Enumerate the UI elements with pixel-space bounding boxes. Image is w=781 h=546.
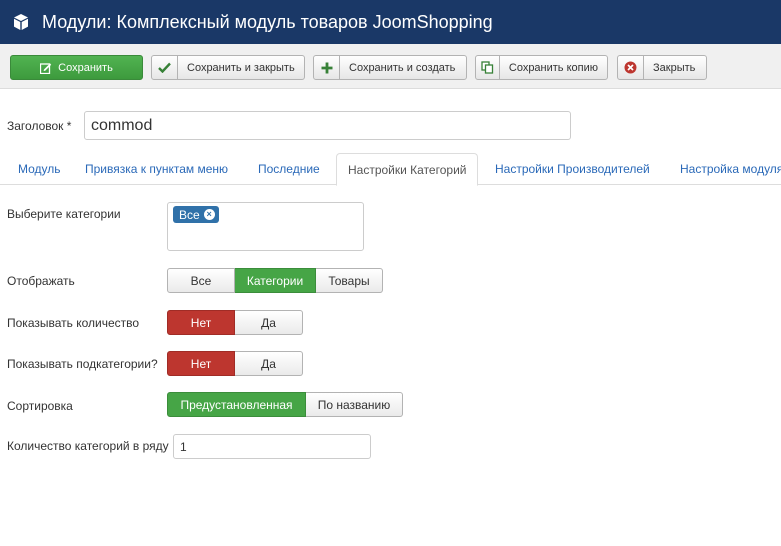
edit-icon: [40, 56, 52, 79]
show-count-no[interactable]: Нет: [167, 310, 235, 335]
save-close-label: Сохранить и закрыть: [187, 61, 295, 74]
tab-menu-assignment[interactable]: Привязка к пунктам меню: [85, 153, 228, 185]
close-icon: [618, 56, 644, 79]
title-input[interactable]: commod: [84, 111, 571, 140]
show-subcategories-toggle: Нет Да: [167, 351, 303, 376]
show-subcategories-no[interactable]: Нет: [167, 351, 235, 376]
sort-option-default[interactable]: Предустановленная: [167, 392, 306, 417]
show-count-yes[interactable]: Да: [235, 310, 303, 335]
display-option-products[interactable]: Товары: [316, 268, 383, 293]
categories-label: Выберите категории: [7, 207, 121, 221]
header-bar: Модули: Комплексный модуль товаров JoomS…: [0, 0, 781, 44]
toolbar: Сохранить Сохранить и закрыть Сохранить …: [0, 44, 781, 89]
show-count-toggle: Нет Да: [167, 310, 303, 335]
per-row-label: Количество категорий в ряду: [7, 439, 169, 453]
tab-category-settings[interactable]: Настройки Категорий: [336, 153, 479, 186]
per-row-input[interactable]: 1: [173, 434, 371, 459]
close-button[interactable]: Закрыть: [617, 55, 707, 80]
page-title: Модули: Комплексный модуль товаров JoomS…: [42, 11, 493, 32]
tab-bar: Модуль Привязка к пунктам меню Последние…: [0, 153, 781, 186]
save-button[interactable]: Сохранить: [10, 55, 143, 80]
sort-toggle: Предустановленная По названию: [167, 392, 403, 417]
tab-manufacturer-settings[interactable]: Настройки Производителей: [495, 153, 650, 185]
display-option-categories[interactable]: Категории: [235, 268, 316, 293]
sort-option-name[interactable]: По названию: [306, 392, 403, 417]
title-field-label: Заголовок *: [7, 119, 72, 133]
display-toggle: Все Категории Товары: [167, 268, 383, 293]
category-chip-label: Все: [179, 207, 200, 222]
show-subcategories-yes[interactable]: Да: [235, 351, 303, 376]
save-copy-label: Сохранить копию: [508, 61, 598, 74]
category-chip: Все ×: [173, 206, 219, 223]
plus-icon: [314, 56, 340, 79]
tab-module[interactable]: Модуль: [18, 153, 61, 185]
save-close-button[interactable]: Сохранить и закрыть: [151, 55, 305, 80]
sort-label: Сортировка: [7, 399, 73, 413]
close-label: Закрыть: [653, 61, 696, 74]
display-label: Отображать: [7, 274, 75, 288]
tab-module-settings[interactable]: Настройка модуля: [680, 153, 781, 185]
save-copy-button[interactable]: Сохранить копию: [475, 55, 608, 80]
save-label: Сохранить: [58, 61, 113, 74]
save-new-button[interactable]: Сохранить и создать: [313, 55, 467, 80]
save-new-label: Сохранить и создать: [349, 61, 456, 74]
check-icon: [152, 56, 178, 79]
cube-icon: [12, 13, 30, 31]
tab-latest[interactable]: Последние: [258, 153, 320, 185]
remove-chip-icon[interactable]: ×: [203, 209, 215, 220]
show-subcategories-label: Показывать подкатегории?: [7, 357, 158, 371]
copy-icon: [476, 56, 500, 79]
show-count-label: Показывать количество: [7, 316, 140, 330]
display-option-all[interactable]: Все: [167, 268, 235, 293]
